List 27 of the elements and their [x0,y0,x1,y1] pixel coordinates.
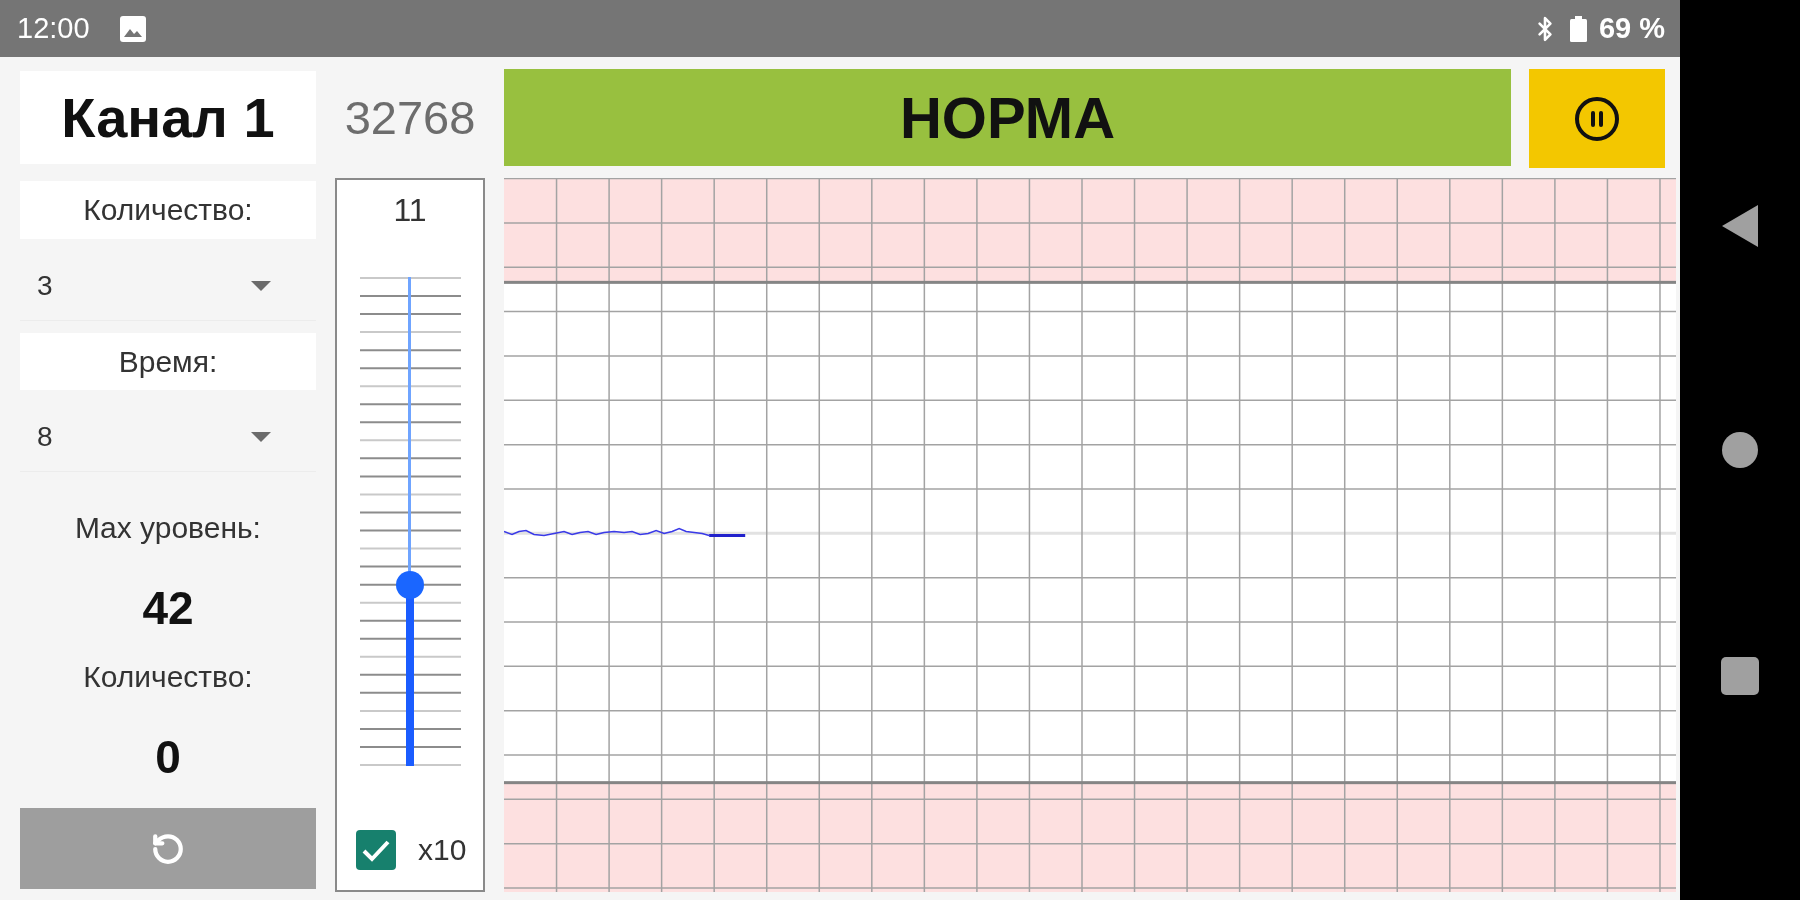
slider-thumb[interactable] [396,571,424,600]
circular-arrow-icon [151,831,185,866]
stat-value: 42 [141,581,195,636]
field-label: Время: [20,333,316,390]
dropdown-caret-icon [251,431,271,442]
pause-icon [1573,94,1621,143]
image-icon [119,15,146,42]
checkbox-label: x10 [418,835,467,865]
status-time: 12:00 [17,14,90,43]
field-label: Количество: [20,181,316,239]
battery-percent: 69 % [1598,14,1665,43]
counter-value: 32768 [344,94,476,141]
pause-button[interactable] [1529,69,1665,168]
back-icon[interactable] [1722,205,1758,247]
stat-label: Количество: [82,659,254,695]
dropdown[interactable]: 3 [20,251,316,321]
dropdown-caret-icon [251,280,271,291]
channel-title: Канал 1 [20,71,316,164]
gain-reading: 11 [393,191,427,230]
status-banner: НОРМА [504,69,1511,166]
stat-value: 0 [154,730,182,785]
checkbox[interactable] [356,830,396,870]
home-icon[interactable] [1722,432,1758,468]
battery-icon [1569,15,1587,42]
slider-track[interactable] [396,277,424,766]
stat-label: Max уровень: [74,510,262,546]
dropdown[interactable]: 8 [20,402,316,472]
